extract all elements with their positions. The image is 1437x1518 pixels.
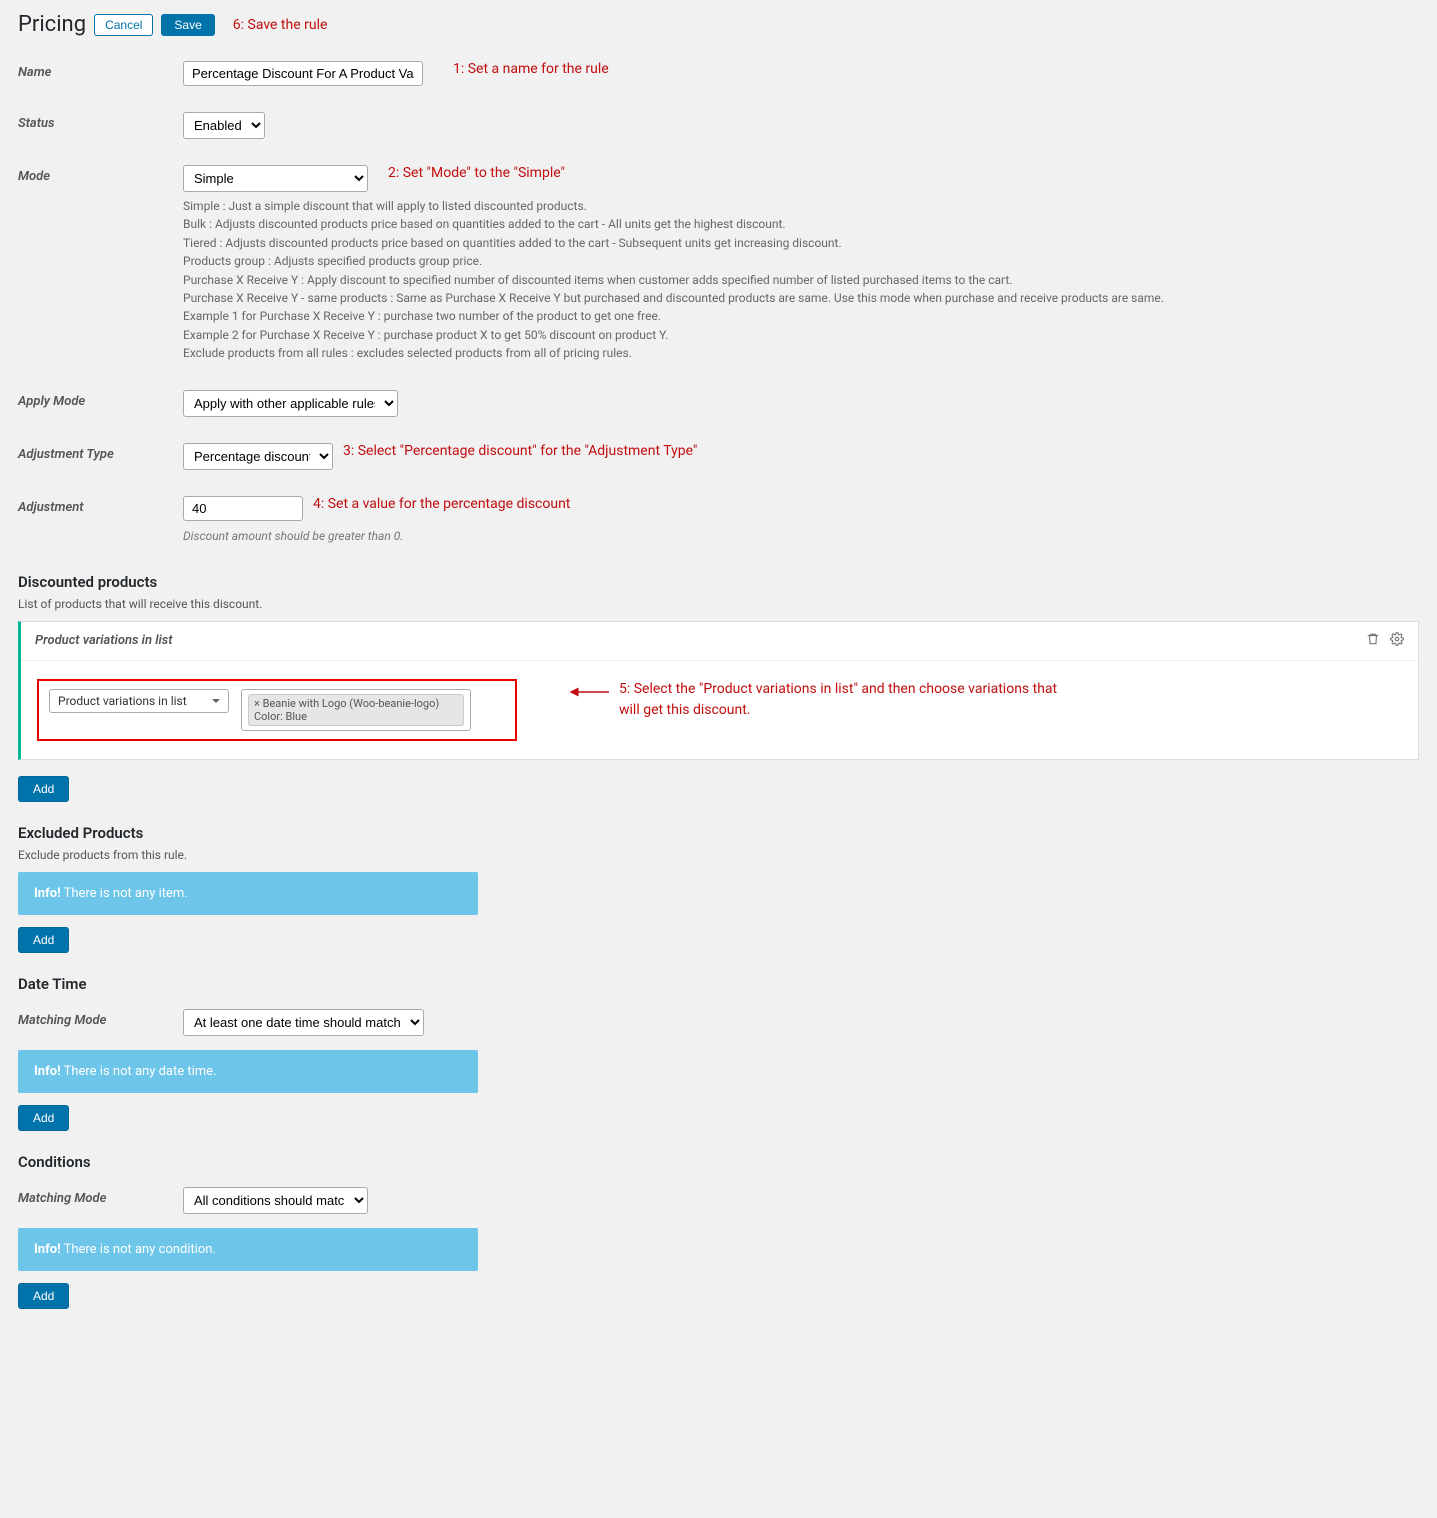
arrow-icon [569, 685, 609, 699]
annotation-2: 2: Set "Mode" to the "Simple" [388, 165, 565, 181]
datetime-info: Info! There is not any date time. [18, 1050, 478, 1093]
discounted-title: Discounted products [18, 573, 1419, 591]
cancel-button[interactable]: Cancel [94, 14, 153, 36]
annotation-1: 1: Set a name for the rule [453, 61, 609, 77]
variations-tag-input[interactable]: × Beanie with Logo (Woo-beanie-logo) Col… [241, 689, 471, 731]
datetime-title: Date Time [18, 975, 1419, 993]
add-condition-button[interactable]: Add [18, 1283, 69, 1309]
datetime-match-label: Matching Mode [18, 1009, 183, 1028]
adjustment-label: Adjustment [18, 496, 183, 515]
conditions-info: Info! There is not any condition. [18, 1228, 478, 1271]
datetime-match-select[interactable]: At least one date time should match [183, 1009, 424, 1036]
status-select[interactable]: Enabled [183, 112, 265, 139]
adjustment-note: Discount amount should be greater than 0… [183, 529, 403, 543]
annotation-6: 6: Save the rule [233, 17, 328, 33]
conditions-match-select[interactable]: All conditions should match [183, 1187, 368, 1214]
highlighted-selector-box: Product variations in list × Beanie with… [37, 679, 517, 741]
name-input[interactable] [183, 61, 423, 86]
annotation-4: 4: Set a value for the percentage discou… [313, 496, 570, 512]
trash-icon[interactable] [1366, 632, 1380, 650]
panel-title: Product variations in list [35, 633, 172, 648]
add-excluded-button[interactable]: Add [18, 927, 69, 953]
add-datetime-button[interactable]: Add [18, 1105, 69, 1131]
excluded-sub: Exclude products from this rule. [18, 848, 1419, 862]
excluded-info: Info! There is not any item. [18, 872, 478, 915]
add-discounted-button[interactable]: Add [18, 776, 69, 802]
mode-help: Simple : Just a simple discount that wil… [183, 198, 1164, 364]
gear-icon[interactable] [1390, 632, 1404, 650]
annotation-3: 3: Select "Percentage discount" for the … [343, 443, 697, 459]
mode-label: Mode [18, 165, 183, 184]
page-title: Pricing [18, 12, 86, 37]
adj-type-select[interactable]: Percentage discount [183, 443, 333, 470]
save-button[interactable]: Save [161, 14, 214, 36]
apply-mode-select[interactable]: Apply with other applicable rules [183, 390, 398, 417]
excluded-title: Excluded Products [18, 824, 1419, 842]
adj-type-label: Adjustment Type [18, 443, 183, 462]
annotation-5: 5: Select the "Product variations in lis… [619, 679, 1079, 721]
discounted-panel: Product variations in list Product varia… [18, 621, 1419, 760]
conditions-match-label: Matching Mode [18, 1187, 183, 1206]
variation-type-select[interactable]: Product variations in list [49, 689, 229, 713]
discounted-sub: List of products that will receive this … [18, 597, 1419, 611]
adjustment-input[interactable] [183, 496, 303, 521]
mode-select[interactable]: Simple [183, 165, 368, 192]
conditions-title: Conditions [18, 1153, 1419, 1171]
status-label: Status [18, 112, 183, 131]
variation-chip[interactable]: × Beanie with Logo (Woo-beanie-logo) Col… [248, 694, 464, 726]
apply-mode-label: Apply Mode [18, 390, 183, 409]
name-label: Name [18, 61, 183, 80]
